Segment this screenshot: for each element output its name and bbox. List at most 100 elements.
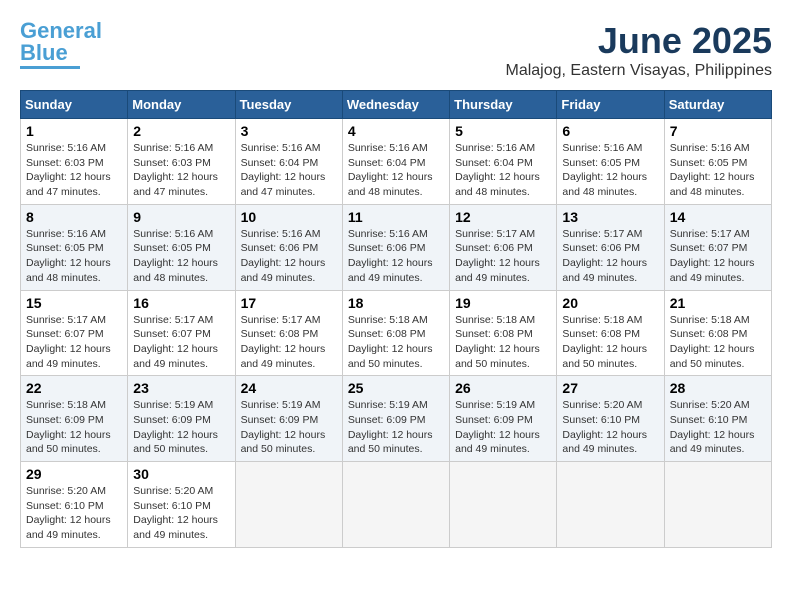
calendar-week-1: 1 Sunrise: 5:16 AM Sunset: 6:03 PM Dayli… [21,119,772,205]
day-info: Sunrise: 5:16 AM Sunset: 6:05 PM Dayligh… [133,227,229,286]
day-info: Sunrise: 5:18 AM Sunset: 6:08 PM Dayligh… [348,313,444,372]
day-info: Sunrise: 5:16 AM Sunset: 6:04 PM Dayligh… [241,141,337,200]
day-info: Sunrise: 5:19 AM Sunset: 6:09 PM Dayligh… [455,398,551,457]
day-info: Sunrise: 5:20 AM Sunset: 6:10 PM Dayligh… [562,398,658,457]
logo-blue: Blue [20,40,68,65]
day-info: Sunrise: 5:16 AM Sunset: 6:05 PM Dayligh… [562,141,658,200]
logo-text: General Blue [20,20,102,64]
day-info: Sunrise: 5:16 AM Sunset: 6:05 PM Dayligh… [670,141,766,200]
calendar-table: Sunday Monday Tuesday Wednesday Thursday… [20,90,772,548]
header-saturday: Saturday [664,91,771,119]
table-cell: 30 Sunrise: 5:20 AM Sunset: 6:10 PM Dayl… [128,462,235,548]
table-cell: 21 Sunrise: 5:18 AM Sunset: 6:08 PM Dayl… [664,290,771,376]
day-number: 28 [670,380,766,396]
table-cell: 15 Sunrise: 5:17 AM Sunset: 6:07 PM Dayl… [21,290,128,376]
calendar-week-4: 22 Sunrise: 5:18 AM Sunset: 6:09 PM Dayl… [21,376,772,462]
table-cell: 2 Sunrise: 5:16 AM Sunset: 6:03 PM Dayli… [128,119,235,205]
day-info: Sunrise: 5:16 AM Sunset: 6:05 PM Dayligh… [26,227,122,286]
table-cell [450,462,557,548]
day-info: Sunrise: 5:16 AM Sunset: 6:03 PM Dayligh… [133,141,229,200]
table-cell: 5 Sunrise: 5:16 AM Sunset: 6:04 PM Dayli… [450,119,557,205]
day-number: 3 [241,123,337,139]
day-info: Sunrise: 5:18 AM Sunset: 6:08 PM Dayligh… [455,313,551,372]
day-info: Sunrise: 5:20 AM Sunset: 6:10 PM Dayligh… [133,484,229,543]
title-section: June 2025 Malajog, Eastern Visayas, Phil… [505,20,772,80]
day-info: Sunrise: 5:19 AM Sunset: 6:09 PM Dayligh… [133,398,229,457]
day-number: 23 [133,380,229,396]
header-tuesday: Tuesday [235,91,342,119]
day-number: 16 [133,295,229,311]
table-cell: 13 Sunrise: 5:17 AM Sunset: 6:06 PM Dayl… [557,204,664,290]
header-wednesday: Wednesday [342,91,449,119]
table-cell: 9 Sunrise: 5:16 AM Sunset: 6:05 PM Dayli… [128,204,235,290]
day-info: Sunrise: 5:16 AM Sunset: 6:04 PM Dayligh… [455,141,551,200]
day-number: 13 [562,209,658,225]
table-cell: 16 Sunrise: 5:17 AM Sunset: 6:07 PM Dayl… [128,290,235,376]
day-number: 20 [562,295,658,311]
header-thursday: Thursday [450,91,557,119]
table-cell: 6 Sunrise: 5:16 AM Sunset: 6:05 PM Dayli… [557,119,664,205]
table-cell [342,462,449,548]
day-info: Sunrise: 5:17 AM Sunset: 6:07 PM Dayligh… [26,313,122,372]
day-number: 24 [241,380,337,396]
table-cell: 3 Sunrise: 5:16 AM Sunset: 6:04 PM Dayli… [235,119,342,205]
table-cell [664,462,771,548]
table-cell: 11 Sunrise: 5:16 AM Sunset: 6:06 PM Dayl… [342,204,449,290]
day-info: Sunrise: 5:17 AM Sunset: 6:07 PM Dayligh… [670,227,766,286]
table-cell: 19 Sunrise: 5:18 AM Sunset: 6:08 PM Dayl… [450,290,557,376]
calendar-week-2: 8 Sunrise: 5:16 AM Sunset: 6:05 PM Dayli… [21,204,772,290]
logo-underline [20,66,80,69]
day-number: 12 [455,209,551,225]
day-info: Sunrise: 5:19 AM Sunset: 6:09 PM Dayligh… [348,398,444,457]
day-info: Sunrise: 5:16 AM Sunset: 6:06 PM Dayligh… [241,227,337,286]
day-number: 10 [241,209,337,225]
day-info: Sunrise: 5:20 AM Sunset: 6:10 PM Dayligh… [26,484,122,543]
table-cell [235,462,342,548]
location-title: Malajog, Eastern Visayas, Philippines [505,62,772,80]
day-number: 19 [455,295,551,311]
day-number: 15 [26,295,122,311]
table-cell: 20 Sunrise: 5:18 AM Sunset: 6:08 PM Dayl… [557,290,664,376]
day-info: Sunrise: 5:16 AM Sunset: 6:04 PM Dayligh… [348,141,444,200]
day-info: Sunrise: 5:16 AM Sunset: 6:06 PM Dayligh… [348,227,444,286]
day-info: Sunrise: 5:20 AM Sunset: 6:10 PM Dayligh… [670,398,766,457]
table-cell: 14 Sunrise: 5:17 AM Sunset: 6:07 PM Dayl… [664,204,771,290]
table-cell: 24 Sunrise: 5:19 AM Sunset: 6:09 PM Dayl… [235,376,342,462]
day-number: 5 [455,123,551,139]
day-number: 1 [26,123,122,139]
day-number: 17 [241,295,337,311]
day-number: 26 [455,380,551,396]
day-number: 18 [348,295,444,311]
table-cell: 28 Sunrise: 5:20 AM Sunset: 6:10 PM Dayl… [664,376,771,462]
calendar-header-row: Sunday Monday Tuesday Wednesday Thursday… [21,91,772,119]
day-info: Sunrise: 5:17 AM Sunset: 6:07 PM Dayligh… [133,313,229,372]
table-cell: 22 Sunrise: 5:18 AM Sunset: 6:09 PM Dayl… [21,376,128,462]
day-info: Sunrise: 5:18 AM Sunset: 6:08 PM Dayligh… [670,313,766,372]
day-number: 7 [670,123,766,139]
table-cell: 27 Sunrise: 5:20 AM Sunset: 6:10 PM Dayl… [557,376,664,462]
day-number: 11 [348,209,444,225]
table-cell: 29 Sunrise: 5:20 AM Sunset: 6:10 PM Dayl… [21,462,128,548]
header-friday: Friday [557,91,664,119]
day-number: 9 [133,209,229,225]
day-info: Sunrise: 5:19 AM Sunset: 6:09 PM Dayligh… [241,398,337,457]
table-cell: 12 Sunrise: 5:17 AM Sunset: 6:06 PM Dayl… [450,204,557,290]
table-cell: 8 Sunrise: 5:16 AM Sunset: 6:05 PM Dayli… [21,204,128,290]
header-monday: Monday [128,91,235,119]
day-info: Sunrise: 5:18 AM Sunset: 6:09 PM Dayligh… [26,398,122,457]
day-info: Sunrise: 5:17 AM Sunset: 6:06 PM Dayligh… [455,227,551,286]
calendar-week-5: 29 Sunrise: 5:20 AM Sunset: 6:10 PM Dayl… [21,462,772,548]
day-info: Sunrise: 5:18 AM Sunset: 6:08 PM Dayligh… [562,313,658,372]
day-info: Sunrise: 5:16 AM Sunset: 6:03 PM Dayligh… [26,141,122,200]
calendar-week-3: 15 Sunrise: 5:17 AM Sunset: 6:07 PM Dayl… [21,290,772,376]
table-cell: 25 Sunrise: 5:19 AM Sunset: 6:09 PM Dayl… [342,376,449,462]
day-number: 29 [26,466,122,482]
day-number: 6 [562,123,658,139]
day-number: 8 [26,209,122,225]
day-number: 21 [670,295,766,311]
day-number: 25 [348,380,444,396]
month-title: June 2025 [505,20,772,62]
logo: General Blue [20,20,102,69]
page-header: General Blue June 2025 Malajog, Eastern … [20,20,772,80]
table-cell: 7 Sunrise: 5:16 AM Sunset: 6:05 PM Dayli… [664,119,771,205]
